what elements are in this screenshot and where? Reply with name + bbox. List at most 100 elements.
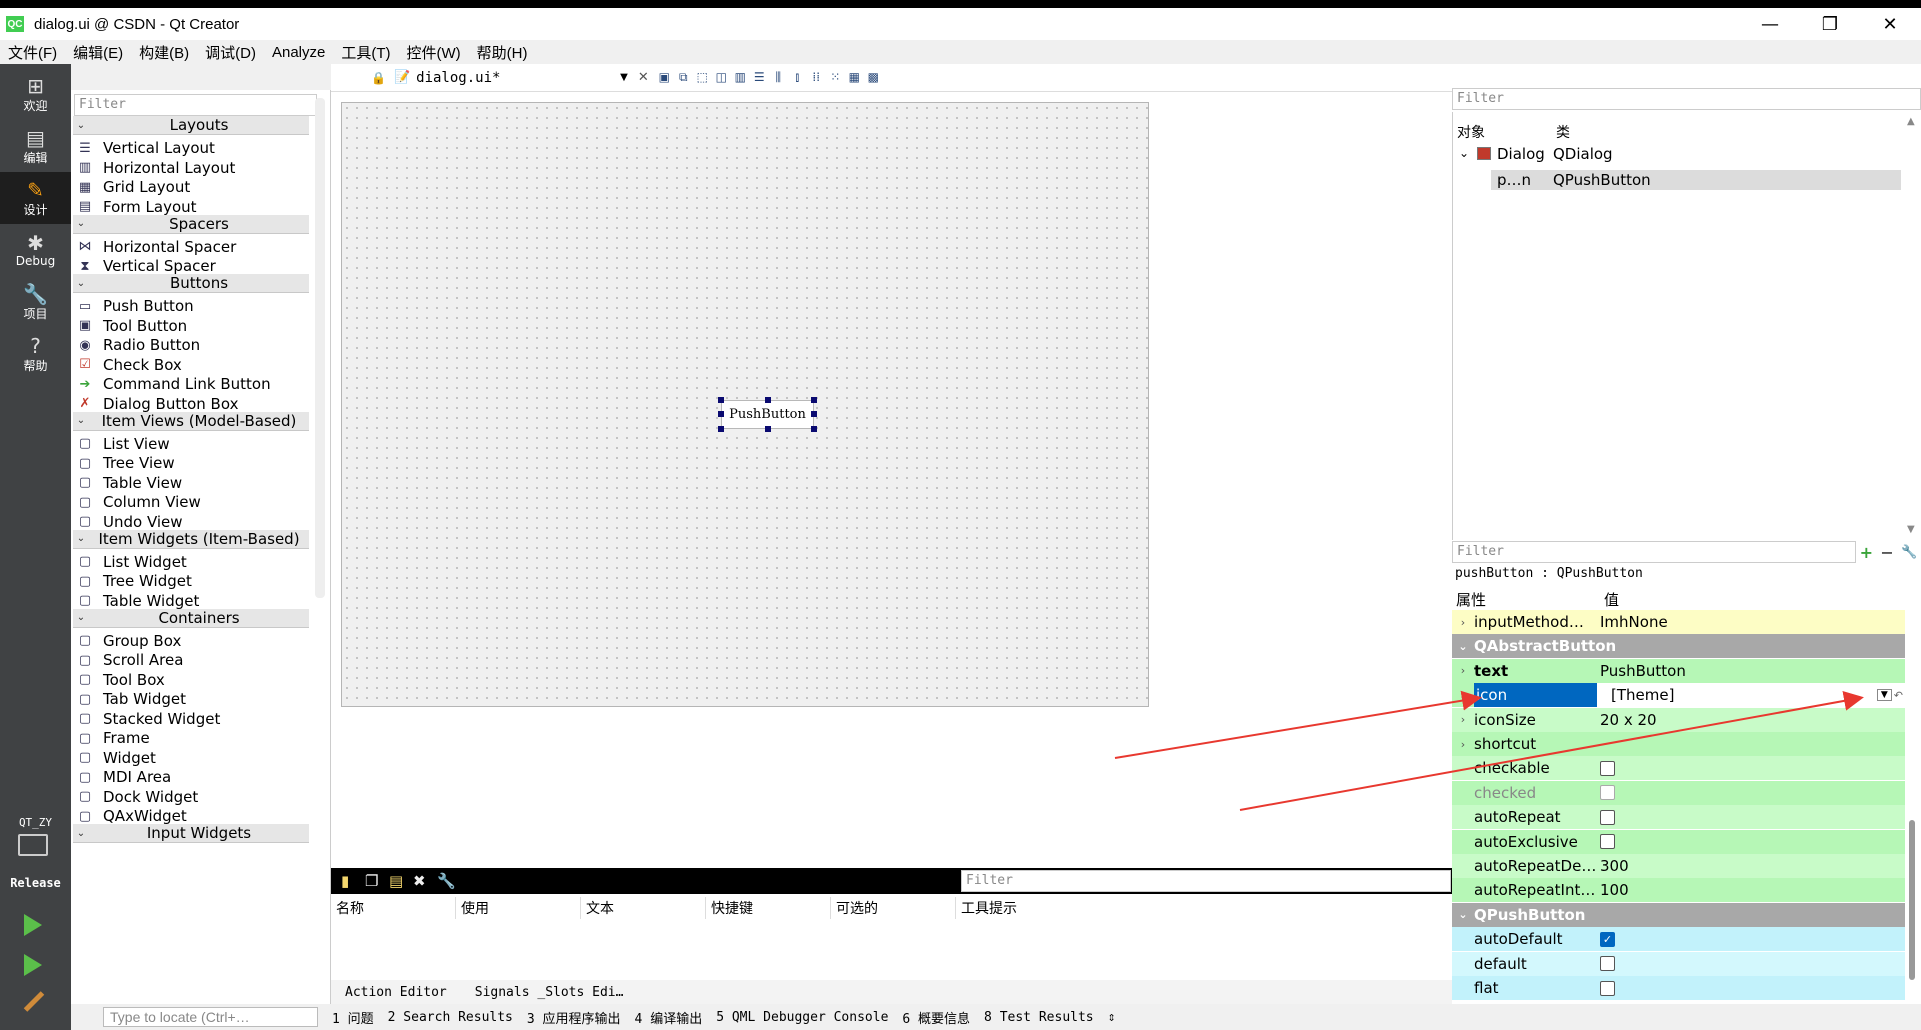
checkbox[interactable] [1600, 760, 1615, 776]
document-filename[interactable]: dialog.ui* [416, 70, 616, 86]
layout-h-splitter-icon[interactable]: ⫼ [769, 70, 788, 85]
category-header[interactable]: ⌄ Spacers [73, 214, 309, 234]
category-header[interactable]: ⌄ Buttons [73, 274, 309, 293]
property-scrollbar[interactable] [1909, 820, 1915, 980]
property-value[interactable]: 300 [1597, 854, 1905, 878]
configure-icon[interactable]: 🔧 [437, 872, 456, 890]
col-text[interactable]: 文本 [581, 897, 706, 919]
col-tooltip[interactable]: 工具提示 [956, 897, 1081, 919]
resize-handle[interactable] [811, 397, 817, 403]
property-value[interactable]: ✓ [1597, 927, 1905, 951]
property-row[interactable]: autoDefault ✓ [1452, 927, 1905, 952]
menu-edit[interactable]: 编辑(E) [65, 42, 131, 63]
checkbox[interactable] [1600, 809, 1615, 825]
checkbox[interactable]: ✓ [1600, 931, 1615, 947]
pane-general-messages[interactable]: 6 概要信息 [902, 1008, 970, 1027]
edit-buddies-icon[interactable]: ⬚ [693, 70, 712, 85]
header-value[interactable]: 值 [1602, 589, 1619, 610]
mode-welcome[interactable]: ⊞ 欢迎 [0, 68, 71, 120]
remove-property-icon[interactable]: − [1880, 543, 1893, 562]
icon-dropdown-button[interactable]: ▼ [1876, 689, 1892, 702]
debug-run-icon[interactable] [24, 954, 42, 976]
pane-issues[interactable]: 1 问题 [332, 1008, 374, 1027]
category-header[interactable]: ⌄ Layouts [73, 116, 309, 135]
property-row[interactable]: › shortcut [1452, 732, 1905, 756]
property-value[interactable]: 20 x 20 [1597, 708, 1905, 732]
chevron-right-icon[interactable]: › [1452, 664, 1474, 677]
edit-widgets-icon[interactable]: ▣ [655, 70, 674, 85]
dialog-form-canvas[interactable]: PushButton [341, 102, 1149, 707]
mode-edit[interactable]: ▤ 编辑 [0, 120, 71, 172]
col-checkable[interactable]: 可选的 [831, 897, 956, 919]
close-document-icon[interactable]: ✕ [638, 70, 649, 85]
property-value[interactable] [1597, 781, 1905, 805]
checkbox[interactable] [1600, 834, 1615, 850]
minimize-button[interactable]: — [1740, 8, 1800, 40]
property-row[interactable]: autoExclusive [1452, 829, 1905, 854]
property-value[interactable] [1597, 830, 1905, 854]
chevron-right-icon[interactable]: › [1452, 738, 1474, 751]
widget-box-filter[interactable]: Filter [74, 94, 317, 116]
menu-widgets[interactable]: 控件(W) [399, 42, 469, 63]
pane-application-output[interactable]: 3 应用程序输出 [527, 1008, 621, 1027]
property-value[interactable] [1597, 952, 1905, 976]
new-action-icon[interactable]: ▮ [341, 872, 349, 890]
col-used[interactable]: 使用 [456, 897, 581, 919]
menu-analyze[interactable]: Analyze [264, 44, 333, 61]
property-value[interactable]: PushButton [1597, 659, 1905, 683]
property-value[interactable] [1597, 805, 1905, 829]
chevron-right-icon[interactable]: › [1452, 616, 1474, 629]
mode-design[interactable]: ✎ 设计 [0, 172, 71, 224]
tab-action-editor[interactable]: Action Editor [331, 985, 461, 1000]
menu-debug[interactable]: 调试(D) [197, 42, 264, 63]
pane-test-results[interactable]: 8 Test Results [984, 1010, 1094, 1025]
pane-search-results[interactable]: 2 Search Results [388, 1010, 513, 1025]
resize-handle[interactable] [811, 426, 817, 432]
chevron-right-icon[interactable]: › [1452, 713, 1474, 726]
property-value[interactable]: 100 [1597, 878, 1905, 902]
object-dialog[interactable]: Dialog [1497, 145, 1545, 163]
object-row-pushbutton[interactable]: p…n QPushButton [1491, 170, 1901, 190]
copy-icon[interactable]: ❐ [365, 872, 378, 890]
panes-toggle-icon[interactable]: ⇕ [1108, 1010, 1116, 1025]
pane-compile-output[interactable]: 4 编译输出 [635, 1008, 703, 1027]
layout-horizontal-icon[interactable]: ▥ [731, 70, 750, 85]
action-list[interactable] [331, 922, 1452, 984]
run-icon[interactable] [24, 914, 42, 936]
header-class[interactable]: 类 [1556, 122, 1570, 142]
resize-handle[interactable] [765, 397, 771, 403]
tab-signals-slots[interactable]: Signals _Slots Edi… [461, 985, 638, 1000]
property-row[interactable]: flat [1452, 976, 1905, 1000]
add-property-icon[interactable]: + [1860, 543, 1873, 562]
property-value[interactable]: ImhNone [1597, 610, 1905, 634]
layout-form-icon[interactable]: ⁞⁞ [807, 70, 826, 85]
edit-signals-icon[interactable]: ⧉ [674, 70, 693, 85]
category-header[interactable]: ⌄ Item Widgets (Item-Based) [73, 529, 309, 549]
scroll-up-icon[interactable]: ▲ [1907, 116, 1915, 127]
category-header[interactable]: ⌄ Input Widgets [73, 824, 309, 843]
property-value[interactable] [1597, 976, 1905, 1000]
property-row[interactable]: autoRepeatInt… 100 [1452, 878, 1905, 903]
push-button-widget[interactable]: PushButton [721, 400, 814, 429]
break-layout-icon[interactable]: ▦ [845, 70, 864, 85]
reset-icon[interactable]: ↶ [1894, 689, 1903, 702]
mode-debug[interactable]: ✱ Debug [0, 224, 71, 276]
resize-handle[interactable] [718, 411, 724, 417]
category-header[interactable]: ⌄ Containers [73, 608, 309, 628]
property-value[interactable]: [Theme] ▼ ↶ [1597, 683, 1905, 708]
property-row[interactable]: › inputMethod… ImhNone [1452, 610, 1905, 634]
layout-grid-icon[interactable]: ⁙ [826, 70, 845, 85]
property-filter[interactable]: Filter [1452, 541, 1856, 563]
scroll-down-icon[interactable]: ▼ [1907, 524, 1915, 535]
resize-handle[interactable] [811, 411, 817, 417]
mode-help[interactable]: ? 帮助 [0, 328, 71, 380]
menu-file[interactable]: 文件(F) [0, 42, 65, 63]
resize-handle[interactable] [718, 426, 724, 432]
close-button[interactable]: ✕ [1860, 8, 1920, 40]
collapse-chevron-icon[interactable]: ⌄ [1459, 146, 1469, 160]
checkbox[interactable] [1600, 785, 1615, 801]
menu-help[interactable]: 帮助(H) [469, 42, 536, 63]
widget-box-scrollbar[interactable] [315, 98, 325, 598]
col-name[interactable]: 名称 [331, 897, 456, 919]
edit-tab-order-icon[interactable]: ◫ [712, 70, 731, 85]
